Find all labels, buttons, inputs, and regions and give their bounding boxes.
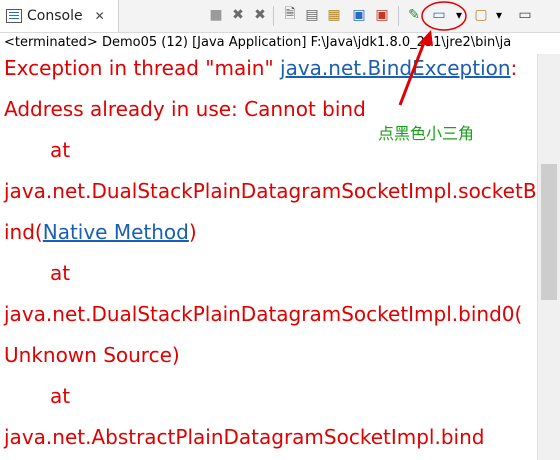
terminate-icon[interactable]: ■ xyxy=(207,6,225,24)
pin-console-icon[interactable]: ✎ xyxy=(405,6,423,24)
console-text: ) xyxy=(188,220,197,244)
console-line: Exception in thread "main" java.net.Bind… xyxy=(4,56,517,80)
console-line: java.net.AbstractPlainDatagramSocketImpl… xyxy=(4,425,485,449)
show-error-icon[interactable]: ▣ xyxy=(373,6,391,24)
annotation-text: 点黑色小三角 xyxy=(378,124,475,143)
toolbar-separator xyxy=(273,6,274,26)
console-view-toolbar: Console ✕ ■ ✖ ✖ 🗎 ▤ ▦ ▣ ▣ ✎ ▭ ▾ ▢ ▾ ▭ xyxy=(0,0,560,33)
new-console-icon[interactable]: ▢ xyxy=(472,6,490,24)
console-line: java.net.DualStackPlainDatagramSocketImp… xyxy=(4,179,537,203)
tab-console[interactable]: Console ✕ xyxy=(0,0,119,32)
native-method-link[interactable]: Native Method xyxy=(43,220,189,244)
console-icon xyxy=(6,9,22,23)
console-output[interactable]: Exception in thread "main" java.net.Bind… xyxy=(0,54,538,460)
console-line: java.net.DualStackPlainDatagramSocketImp… xyxy=(4,302,523,326)
vertical-scrollbar[interactable] xyxy=(537,54,560,460)
console-text: Exception in thread "main" xyxy=(4,56,281,80)
word-wrap-icon[interactable]: ▦ xyxy=(325,6,343,24)
display-console-dropdown-icon[interactable]: ▾ xyxy=(450,6,468,24)
clear-console-icon[interactable]: 🗎 xyxy=(281,6,299,24)
remove-launch-icon[interactable]: ✖ xyxy=(229,6,247,24)
remove-all-icon[interactable]: ✖ xyxy=(251,6,269,24)
launch-status-line: <terminated> Demo05 (12) [Java Applicati… xyxy=(0,33,560,53)
console-text: ind( xyxy=(4,220,43,244)
console-line: ind(Native Method) xyxy=(4,220,197,244)
close-icon[interactable]: ✕ xyxy=(95,9,105,23)
scrollbar-thumb[interactable] xyxy=(541,164,557,300)
console-line: at xyxy=(50,384,71,408)
tab-console-label: Console xyxy=(27,8,83,24)
console-line: Unknown Source) xyxy=(4,343,180,367)
scroll-lock-icon[interactable]: ▤ xyxy=(303,6,321,24)
console-line: at xyxy=(50,138,71,162)
show-console-icon[interactable]: ▣ xyxy=(350,6,368,24)
new-console-dropdown-icon[interactable]: ▾ xyxy=(490,6,508,24)
display-console-icon[interactable]: ▭ xyxy=(430,6,448,24)
console-text: : xyxy=(510,56,518,80)
toolbar-separator xyxy=(398,6,399,26)
console-line: Address already in use: Cannot bind xyxy=(4,97,366,121)
console-line: at xyxy=(50,261,71,285)
minimize-icon[interactable]: ▭ xyxy=(516,6,534,24)
exception-link[interactable]: java.net.BindException xyxy=(280,56,511,80)
